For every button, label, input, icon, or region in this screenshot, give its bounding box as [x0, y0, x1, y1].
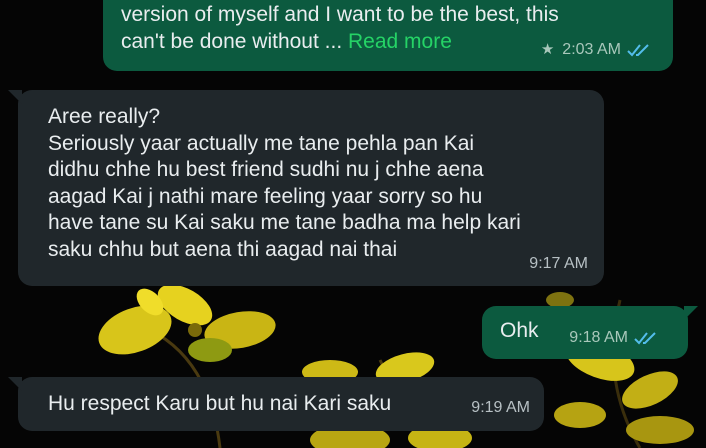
message-bubble-outgoing[interactable]: Ohk 9:18 AM: [482, 306, 698, 359]
message-time: 9:18 AM: [569, 328, 628, 346]
message-bubble-incoming[interactable]: Hu respect Karu but hu nai Kari saku 9:1…: [8, 377, 544, 431]
message-time: 2:03 AM: [562, 40, 621, 58]
message-text: Hu respect Karu but hu nai Kari saku: [48, 392, 392, 415]
message-bubble-incoming[interactable]: Aree really? Seriously yaar actually me …: [8, 90, 604, 286]
star-icon: ★: [540, 40, 555, 58]
message-time: 9:17 AM: [529, 254, 588, 272]
bubble-tail: [8, 377, 22, 391]
message-meta: 9:19 AM: [471, 395, 530, 422]
message-bubble-outgoing[interactable]: version of myself and I want to be the b…: [103, 0, 673, 71]
message-text: Aree really? Seriously yaar actually me …: [48, 105, 521, 261]
message-meta: 9:18 AM: [569, 325, 660, 352]
bubble-tail: [684, 306, 698, 320]
message-meta: 9:17 AM: [529, 251, 588, 278]
double-check-icon: [634, 332, 656, 345]
message-meta: ★ 2:03 AM: [541, 37, 653, 64]
bubble-tail: [8, 90, 22, 104]
message-time: 9:19 AM: [471, 398, 530, 416]
double-check-icon: [627, 44, 649, 57]
read-more-link[interactable]: Read more: [348, 30, 452, 53]
